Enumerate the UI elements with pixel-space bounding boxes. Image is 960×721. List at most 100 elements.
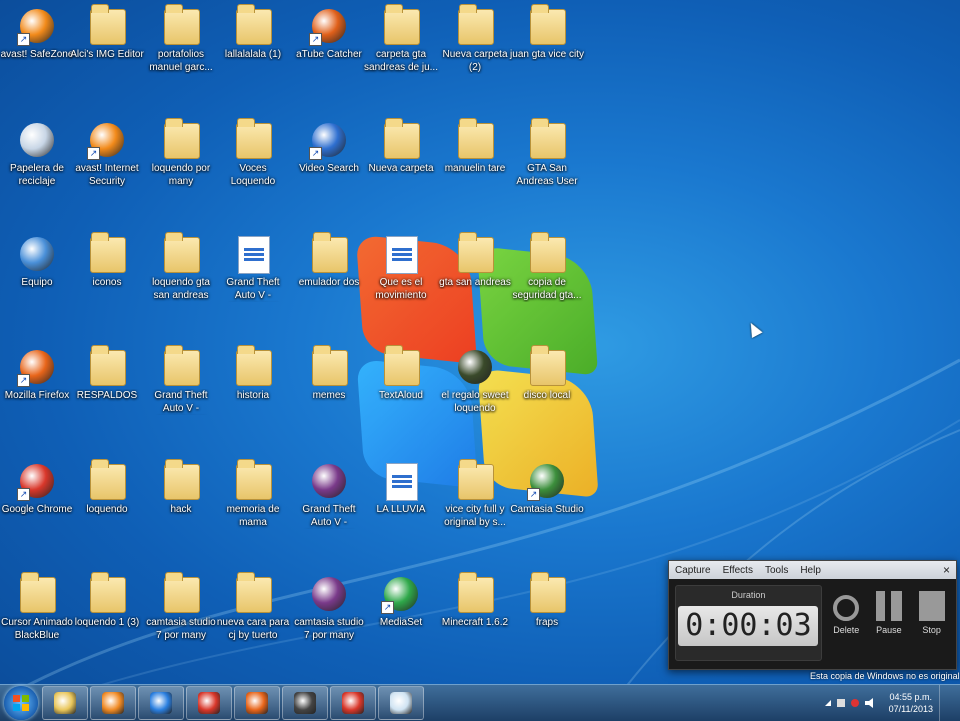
taskbar-chrome-2-button[interactable] [330, 686, 376, 720]
tray-icons[interactable] [823, 696, 883, 710]
desktop-icon[interactable]: historia [214, 345, 292, 402]
desktop-icon[interactable]: Grand Theft Auto V - SKIDROW [214, 234, 292, 302]
desktop-icon[interactable]: Nueva carpeta [362, 118, 440, 175]
shortcut-arrow-icon: ↗ [17, 488, 30, 501]
delete-button[interactable]: Delete [828, 585, 865, 661]
desktop-icon[interactable]: Grand Theft Auto V - SKIDROW [290, 461, 368, 529]
desktop-icon[interactable]: memes [290, 345, 368, 402]
desktop-icon-label: TextAloud [379, 390, 423, 401]
show-desktop-button[interactable] [939, 685, 952, 721]
desktop-icon[interactable]: ↗ MediaSet [362, 574, 440, 629]
menu-capture[interactable]: Capture [669, 565, 717, 576]
stop-button[interactable]: Stop [913, 585, 950, 661]
app-icon: ↗ [17, 347, 57, 387]
app-icon: ↗ [381, 574, 421, 614]
desktop-icon[interactable]: ↗ Video Search [290, 120, 368, 175]
recorder-window[interactable]: Capture Effects Tools Help × Duration 0:… [668, 560, 957, 670]
desktop-icon-label: iconos [92, 277, 122, 288]
desktop-icon[interactable]: ↗ Mozilla Firefox [0, 347, 76, 402]
desktop-icon[interactable]: lallalalala (1) [214, 4, 292, 61]
desktop-icon-label: Camtasia Studio [510, 504, 584, 515]
duration-label: Duration [731, 590, 766, 600]
desktop-icon[interactable]: fraps [508, 572, 586, 629]
desktop-icon[interactable]: loquendo [68, 459, 146, 516]
desktop-icon[interactable]: el regalo sweet loquendo [436, 347, 514, 415]
taskbar-media-player-button[interactable] [90, 686, 136, 720]
taskbar-chrome-button[interactable] [186, 686, 232, 720]
start-button[interactable] [4, 686, 38, 720]
desktop-icon[interactable]: Nueva carpeta (2) [436, 4, 514, 74]
menu-tools[interactable]: Tools [759, 565, 794, 576]
desktop-icon[interactable]: vice city full y original by s... [436, 459, 514, 529]
desktop-icon-label: fraps [535, 617, 559, 628]
clock[interactable]: 04:55 p.m. 07/11/2013 [889, 691, 933, 715]
desktop-icon[interactable]: emulador dos [290, 232, 368, 289]
desktop-icon[interactable]: loquendo por many [142, 118, 220, 188]
desktop-icon[interactable]: Voces Loquendo [214, 118, 292, 188]
close-icon[interactable]: × [937, 563, 956, 577]
folder-icon [309, 232, 349, 274]
folder-icon [527, 232, 567, 274]
desktop-icon[interactable]: memoria de mama [214, 459, 292, 529]
desktop-icon-label: emulador dos [298, 277, 360, 288]
desktop-icon[interactable]: loquendo 1 (3) [68, 572, 146, 629]
desktop-icon[interactable]: copia de seguridad gta... [508, 232, 586, 302]
app-icon: ↗ [17, 461, 57, 501]
menu-effects[interactable]: Effects [717, 565, 759, 576]
shortcut-arrow-icon: ↗ [309, 33, 322, 46]
desktop-icon[interactable]: Que es el movimiento [362, 234, 440, 302]
desktop-icon[interactable]: portafolios manuel garc... [142, 4, 220, 74]
desktop-icon-label: RESPALDOS [76, 390, 138, 401]
desktop-icon[interactable]: juan gta vice city [508, 4, 586, 61]
desktop-icon[interactable]: disco local [508, 345, 586, 402]
desktop-icon[interactable]: RESPALDOS [68, 345, 146, 402]
folder-icon [527, 4, 567, 46]
taskbar-explorer-button[interactable] [42, 686, 88, 720]
pause-button[interactable]: Pause [871, 585, 908, 661]
desktop-icon[interactable]: ↗ avast! Internet Security [68, 120, 146, 188]
desktop-icon[interactable]: camtasia studio 7 por many [290, 574, 368, 642]
desktop-icon[interactable]: iconos [68, 232, 146, 289]
desktop-icon[interactable]: camtasia studio 7 por many [142, 572, 220, 642]
folder-icon [455, 4, 495, 46]
desktop-icon[interactable]: TextAloud [362, 345, 440, 402]
desktop-icon-label: camtasia studio 7 por many [146, 617, 216, 641]
menu-help[interactable]: Help [794, 565, 827, 576]
desktop-icon[interactable]: ↗ Camtasia Studio [508, 461, 586, 516]
taskbar-internet-explorer-button[interactable] [138, 686, 184, 720]
stop-icon [918, 591, 945, 621]
desktop-icon[interactable]: Grand Theft Auto V - SKIDROW [142, 345, 220, 415]
desktop-icon-label: loquendo 1 (3) [74, 617, 140, 628]
desktop-icon-label: aTube Catcher [296, 49, 362, 60]
desktop-icon[interactable]: nueva cara para cj by tuerto [214, 572, 292, 642]
desktop-icon[interactable]: ↗ avast! SafeZone [0, 6, 76, 61]
folder-icon [527, 572, 567, 614]
desktop-icon[interactable]: carpeta gta sandreas de ju... [362, 4, 440, 74]
desktop-icon[interactable]: loquendo gta san andreas [142, 232, 220, 302]
desktop-icon[interactable]: ↗ aTube Catcher [290, 6, 368, 61]
desktop-icon-label: memoria de mama [226, 504, 280, 528]
desktop-icon[interactable]: hack [142, 459, 220, 516]
desktop-icon[interactable]: Minecraft 1.6.2 [436, 572, 514, 629]
desktop-icon[interactable]: LA LLUVIA [362, 461, 440, 516]
desktop-icon-label: juan gta vice city [510, 49, 584, 60]
taskbar-firefox-button[interactable] [234, 686, 280, 720]
app-icon: ↗ [527, 461, 567, 501]
app-icon: ↗ [17, 6, 57, 46]
desktop-icon[interactable]: manuelin tare [436, 118, 514, 175]
desktop-icon[interactable]: Papelera de reciclaje [0, 120, 76, 188]
shortcut-arrow-icon: ↗ [87, 147, 100, 160]
desktop-icon[interactable]: Equipo [0, 234, 76, 289]
desktop-icon[interactable]: Cursor Animado BlackBlue [0, 572, 76, 642]
desktop-icon-label: loquendo gta san andreas [152, 277, 210, 301]
desktop-icon[interactable]: gta san andreas [436, 232, 514, 289]
desktop-icon-label: portafolios manuel garc... [149, 49, 213, 73]
document-icon [381, 461, 421, 501]
taskbar-recorder-button[interactable] [282, 686, 328, 720]
desktop-icon[interactable]: GTA San Andreas User Files [508, 118, 586, 188]
desktop-icon[interactable]: Alci's IMG Editor [68, 4, 146, 61]
folder-icon [161, 345, 201, 387]
taskbar-camtasia-button[interactable] [378, 686, 424, 720]
folder-icon [233, 118, 273, 160]
desktop-icon[interactable]: ↗ Google Chrome [0, 461, 76, 516]
